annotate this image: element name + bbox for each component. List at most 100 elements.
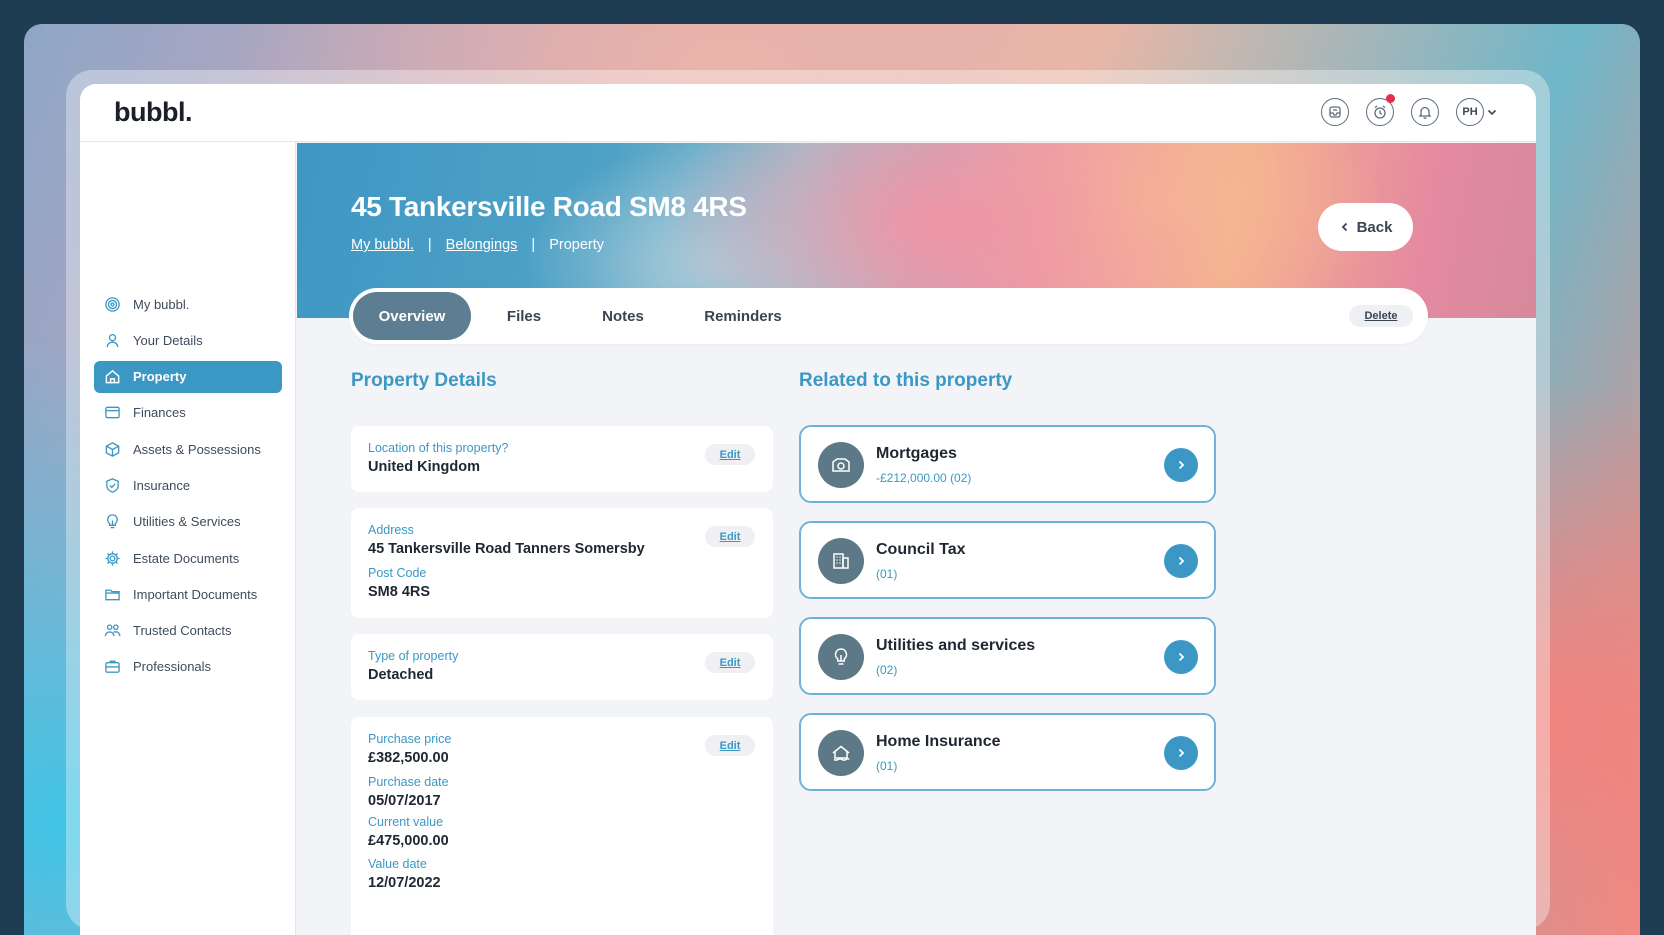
chevron-right-icon[interactable] — [1164, 640, 1198, 674]
edit-purchase-button[interactable]: Edit — [705, 735, 755, 756]
breadcrumb-my-bubbl[interactable]: My bubbl. — [351, 237, 414, 253]
value-date-value: 12/07/2022 — [368, 875, 441, 891]
briefcase-icon — [105, 661, 120, 674]
home-shield-icon — [818, 730, 864, 776]
user-icon — [106, 333, 119, 347]
back-label: Back — [1356, 218, 1393, 236]
back-button[interactable]: Back — [1318, 203, 1413, 251]
chevron-left-icon — [1341, 222, 1347, 232]
lightbulb-icon — [107, 514, 118, 529]
breadcrumb-current: Property — [549, 237, 604, 253]
address-value: 45 Tankersville Road Tanners Somersby — [368, 541, 645, 557]
top-icons: PH — [1321, 94, 1498, 126]
sidebar-item-label: Finances — [133, 405, 186, 421]
breadcrumb-belongings[interactable]: Belongings — [446, 237, 518, 253]
sidebar-item-label: Important Documents — [133, 586, 258, 602]
related-utilities[interactable]: Utilities and services (02) — [799, 617, 1216, 695]
tab-bar: Overview Files Notes Reminders Delete — [349, 288, 1428, 344]
location-card: Location of this property? United Kingdo… — [351, 426, 773, 492]
sidebar: My bubbl. Your Details Property Finances… — [80, 142, 296, 935]
purchase-date-value: 05/07/2017 — [368, 793, 441, 809]
people-icon — [104, 624, 121, 637]
bell-icon[interactable] — [1411, 98, 1439, 126]
gear-icon — [105, 550, 120, 566]
related-mortgages[interactable]: Mortgages -£212,000.00 (02) — [799, 425, 1216, 503]
tab-notes[interactable]: Notes — [577, 292, 669, 340]
related-council-tax[interactable]: Council Tax (01) — [799, 521, 1216, 599]
related-title: Related to this property — [799, 370, 1013, 391]
box-icon — [105, 441, 120, 457]
purchase-date-label: Purchase date — [368, 775, 449, 789]
current-value-value: £475,000.00 — [368, 833, 449, 849]
related-home-insurance[interactable]: Home Insurance (01) — [799, 713, 1216, 791]
chevron-right-icon[interactable] — [1164, 544, 1198, 578]
tab-overview[interactable]: Overview — [353, 292, 471, 340]
breadcrumb: My bubbl. | Belongings | Property — [351, 237, 604, 253]
app-logo[interactable]: bubbl. — [114, 97, 192, 128]
sidebar-item-label: Property — [133, 369, 187, 385]
page-title: 45 Tankersville Road SM8 4RS — [351, 191, 747, 222]
sidebar-item-my-bubbl[interactable]: My bubbl. — [94, 288, 282, 320]
related-sub-text: (02) — [876, 663, 898, 677]
sidebar-item-utilities[interactable]: Utilities & Services — [94, 506, 282, 538]
location-value: United Kingdom — [368, 459, 480, 475]
property-type-label: Type of property — [368, 649, 459, 663]
tab-files[interactable]: Files — [481, 292, 567, 340]
sidebar-item-label: Assets & Possessions — [133, 441, 261, 457]
related-sub-text: (01) — [876, 567, 898, 581]
chevron-down-icon[interactable] — [1486, 106, 1498, 118]
address-card: Address 45 Tankersville Road Tanners Som… — [351, 508, 773, 618]
sidebar-item-trusted-contacts[interactable]: Trusted Contacts — [94, 615, 282, 647]
folder-icon — [105, 589, 120, 601]
sidebar-item-insurance[interactable]: Insurance — [94, 469, 282, 501]
purchase-price-value: £382,500.00 — [368, 750, 449, 766]
property-type-value: Detached — [368, 667, 434, 683]
sidebar-item-label: My bubbl. — [133, 296, 190, 312]
related-title-text: Utilities and services — [876, 637, 1036, 654]
sidebar-item-label: Utilities & Services — [133, 514, 241, 530]
sidebar-item-label: Insurance — [133, 477, 191, 493]
current-value-label: Current value — [368, 815, 444, 829]
property-type-card: Type of property Detached Edit — [351, 634, 773, 700]
sidebar-item-your-details[interactable]: Your Details — [94, 324, 282, 356]
alarm-clock-icon[interactable] — [1366, 94, 1395, 126]
chevron-right-icon[interactable] — [1164, 736, 1198, 770]
wallet-icon — [105, 407, 120, 419]
purchase-card: Purchase price £382,500.00 Purchase date… — [351, 717, 773, 935]
app-window: bubbl. PH My bubbl. Your Details Propert… — [80, 84, 1536, 935]
shield-icon — [106, 478, 119, 493]
delete-button[interactable]: Delete — [1349, 305, 1413, 327]
top-bar: bubbl. PH — [80, 84, 1536, 142]
sidebar-item-assets[interactable]: Assets & Possessions — [94, 433, 282, 465]
breadcrumb-separator: | — [531, 237, 536, 253]
sidebar-item-professionals[interactable]: Professionals — [94, 651, 282, 683]
target-icon — [105, 296, 120, 312]
breadcrumb-separator: | — [427, 237, 432, 253]
user-menu[interactable]: PH — [1456, 98, 1498, 126]
postcode-label: Post Code — [368, 566, 427, 580]
building-icon — [818, 538, 864, 584]
sidebar-item-finances[interactable]: Finances — [94, 397, 282, 429]
related-title-text: Home Insurance — [876, 733, 1001, 750]
edit-location-button[interactable]: Edit — [705, 444, 755, 465]
address-label: Address — [368, 523, 414, 537]
sidebar-item-property[interactable]: Property — [94, 360, 282, 393]
notification-dot — [1386, 94, 1395, 103]
sidebar-item-estate-documents[interactable]: Estate Documents — [94, 542, 282, 574]
inbox-icon[interactable] — [1321, 98, 1349, 126]
sidebar-item-label: Estate Documents — [133, 550, 240, 566]
sidebar-item-important-documents[interactable]: Important Documents — [94, 578, 282, 610]
lightbulb-icon — [818, 634, 864, 680]
edit-property-type-button[interactable]: Edit — [705, 652, 755, 673]
related-sub-text: (01) — [876, 759, 898, 773]
edit-address-button[interactable]: Edit — [705, 526, 755, 547]
avatar-initials: PH — [1462, 106, 1478, 118]
related-title-text: Council Tax — [876, 541, 966, 558]
tab-reminders[interactable]: Reminders — [687, 292, 799, 340]
sidebar-item-label: Trusted Contacts — [133, 623, 232, 639]
value-date-label: Value date — [368, 857, 427, 871]
sidebar-item-label: Professionals — [133, 659, 212, 675]
sidebar-nav: My bubbl. Your Details Property Finances… — [94, 288, 282, 687]
avatar[interactable]: PH — [1456, 98, 1484, 126]
chevron-right-icon[interactable] — [1164, 448, 1198, 482]
